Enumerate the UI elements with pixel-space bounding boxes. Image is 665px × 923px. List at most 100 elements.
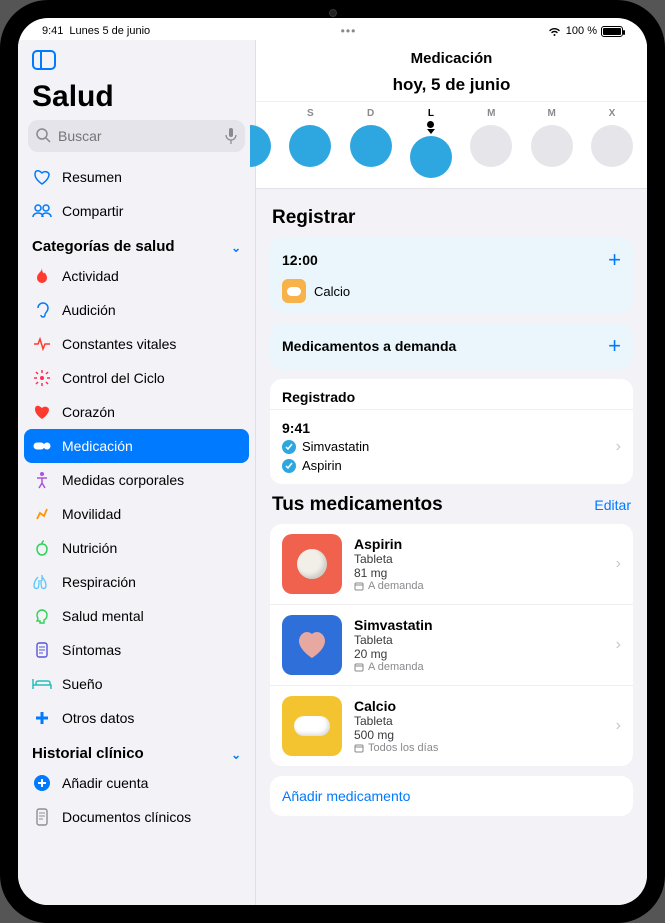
status-date: Lunes 5 de junio xyxy=(69,25,150,37)
sidebar-item-hearing[interactable]: Audición xyxy=(18,293,255,327)
multitask-dots[interactable]: ••• xyxy=(341,24,357,38)
vitals-icon xyxy=(32,334,52,354)
plus-circle-icon xyxy=(32,773,52,793)
status-bar: 9:41 Lunes 5 de junio ••• 100 % xyxy=(18,18,647,40)
day-col[interactable]: S xyxy=(289,108,331,178)
day-dot-icon xyxy=(289,125,331,167)
app-title: Salud xyxy=(18,80,255,120)
sidebar-item-nutrition[interactable]: Nutrición xyxy=(18,531,255,565)
sidebar-toggle-icon[interactable] xyxy=(32,50,58,72)
flame-icon xyxy=(32,266,52,286)
edit-button[interactable]: Editar xyxy=(594,497,631,513)
med-row[interactable]: Calcio Tableta 500 mg Todos los días › xyxy=(270,685,633,766)
day-dot-icon xyxy=(410,136,452,178)
brain-icon xyxy=(32,606,52,626)
battery-icon xyxy=(601,26,623,37)
registered-card: Registrado 9:41 Simvastatin Aspirin › xyxy=(270,379,633,484)
battery-pct: 100 % xyxy=(566,25,597,37)
mic-icon[interactable] xyxy=(225,127,237,150)
log-med-name: Calcio xyxy=(314,284,350,299)
cycle-icon xyxy=(32,368,52,388)
registered-time: 9:41 xyxy=(282,420,369,436)
section-health-records[interactable]: Historial clínico ⌃ xyxy=(18,735,255,766)
sidebar-item-mobility[interactable]: Movilidad xyxy=(18,497,255,531)
med-tile-icon xyxy=(282,534,342,594)
sidebar-item-symptoms[interactable]: Síntomas xyxy=(18,633,255,667)
calendar-icon xyxy=(354,743,364,753)
check-icon xyxy=(282,440,296,454)
calendar-icon xyxy=(354,662,364,672)
chevron-down-icon: ⌃ xyxy=(231,747,241,761)
sidebar-item-label: Nutrición xyxy=(62,540,117,556)
chevron-down-icon: ⌃ xyxy=(231,240,241,254)
sidebar-item-label: Salud mental xyxy=(62,608,144,624)
sidebar-item-heart[interactable]: Corazón xyxy=(18,395,255,429)
registered-row[interactable]: 9:41 Simvastatin Aspirin › xyxy=(270,410,633,484)
day-dot-icon xyxy=(531,125,573,167)
chevron-right-icon: › xyxy=(616,555,621,573)
ear-icon xyxy=(32,300,52,320)
add-ondemand-icon[interactable]: + xyxy=(608,333,621,359)
body-icon xyxy=(32,470,52,490)
registrar-heading: Registrar xyxy=(272,207,631,229)
search-icon xyxy=(36,128,51,148)
chevron-right-icon: › xyxy=(616,636,621,654)
day-col[interactable]: M xyxy=(470,108,512,178)
main-content: Medicación hoy, 5 de junio S D xyxy=(256,40,647,905)
pills-icon xyxy=(32,436,52,456)
on-demand-label: Medicamentos a demanda xyxy=(282,338,456,354)
heart-icon xyxy=(32,402,52,422)
day-dot-icon xyxy=(591,125,633,167)
chevron-right-icon: › xyxy=(616,717,621,735)
sidebar-item-label: Movilidad xyxy=(62,506,121,522)
sidebar-item-label: Otros datos xyxy=(62,710,134,726)
chevron-right-icon: › xyxy=(616,438,621,456)
sidebar-item-vitals[interactable]: Constantes vitales xyxy=(18,327,255,361)
day-col[interactable]: M xyxy=(531,108,573,178)
sidebar-item-label: Añadir cuenta xyxy=(62,775,148,791)
day-col[interactable]: X xyxy=(591,108,633,178)
day-col[interactable]: D xyxy=(350,108,392,178)
sidebar-item-label: Actividad xyxy=(62,268,119,284)
med-row[interactable]: Simvastatin Tableta 20 mg A demanda › xyxy=(270,604,633,685)
document-icon xyxy=(32,807,52,827)
med-list: Aspirin Tableta 81 mg A demanda › xyxy=(270,524,633,766)
page-title: Medicación xyxy=(256,46,647,75)
search-input[interactable] xyxy=(28,120,245,152)
status-time: 9:41 xyxy=(42,25,63,37)
sidebar-item-label: Constantes vitales xyxy=(62,336,176,352)
people-icon xyxy=(32,201,52,221)
day-strip[interactable]: S D L M xyxy=(256,101,647,188)
sidebar-item-other[interactable]: Otros datos xyxy=(18,701,255,735)
sidebar-item-label: Respiración xyxy=(62,574,136,590)
log-card-ondemand[interactable]: Medicamentos a demanda + xyxy=(270,323,633,369)
sidebar-item-activity[interactable]: Actividad xyxy=(18,259,255,293)
bed-icon xyxy=(32,674,52,694)
log-time: 12:00 xyxy=(282,252,318,268)
log-card-scheduled[interactable]: 12:00 + Calcio xyxy=(270,237,633,313)
add-log-icon[interactable]: + xyxy=(608,247,621,273)
sidebar-item-sharing[interactable]: Compartir xyxy=(18,194,255,228)
sidebar-item-label: Síntomas xyxy=(62,642,121,658)
heart-outline-icon xyxy=(32,167,52,187)
med-row[interactable]: Aspirin Tableta 81 mg A demanda › xyxy=(270,524,633,604)
day-col-active[interactable]: L xyxy=(410,108,452,178)
sidebar-item-sleep[interactable]: Sueño xyxy=(18,667,255,701)
clipboard-icon xyxy=(32,640,52,660)
sidebar-item-cycle[interactable]: Control del Ciclo xyxy=(18,361,255,395)
sidebar-item-label: Sueño xyxy=(62,676,102,692)
sidebar-item-label: Corazón xyxy=(62,404,115,420)
sidebar-item-mental[interactable]: Salud mental xyxy=(18,599,255,633)
sidebar-item-summary[interactable]: Resumen xyxy=(18,160,255,194)
sidebar-item-medication[interactable]: Medicación xyxy=(24,429,249,463)
add-medication-button[interactable]: Añadir medicamento xyxy=(270,776,633,816)
day-dot-icon xyxy=(350,125,392,167)
sidebar-item-clinical-docs[interactable]: Documentos clínicos xyxy=(18,800,255,834)
sidebar-item-add-account[interactable]: Añadir cuenta xyxy=(18,766,255,800)
calendar-icon xyxy=(354,581,364,591)
lungs-icon xyxy=(32,572,52,592)
sidebar-item-respiratory[interactable]: Respiración xyxy=(18,565,255,599)
sidebar-item-body[interactable]: Medidas corporales xyxy=(18,463,255,497)
check-icon xyxy=(282,459,296,473)
section-health-categories[interactable]: Categorías de salud ⌃ xyxy=(18,228,255,259)
